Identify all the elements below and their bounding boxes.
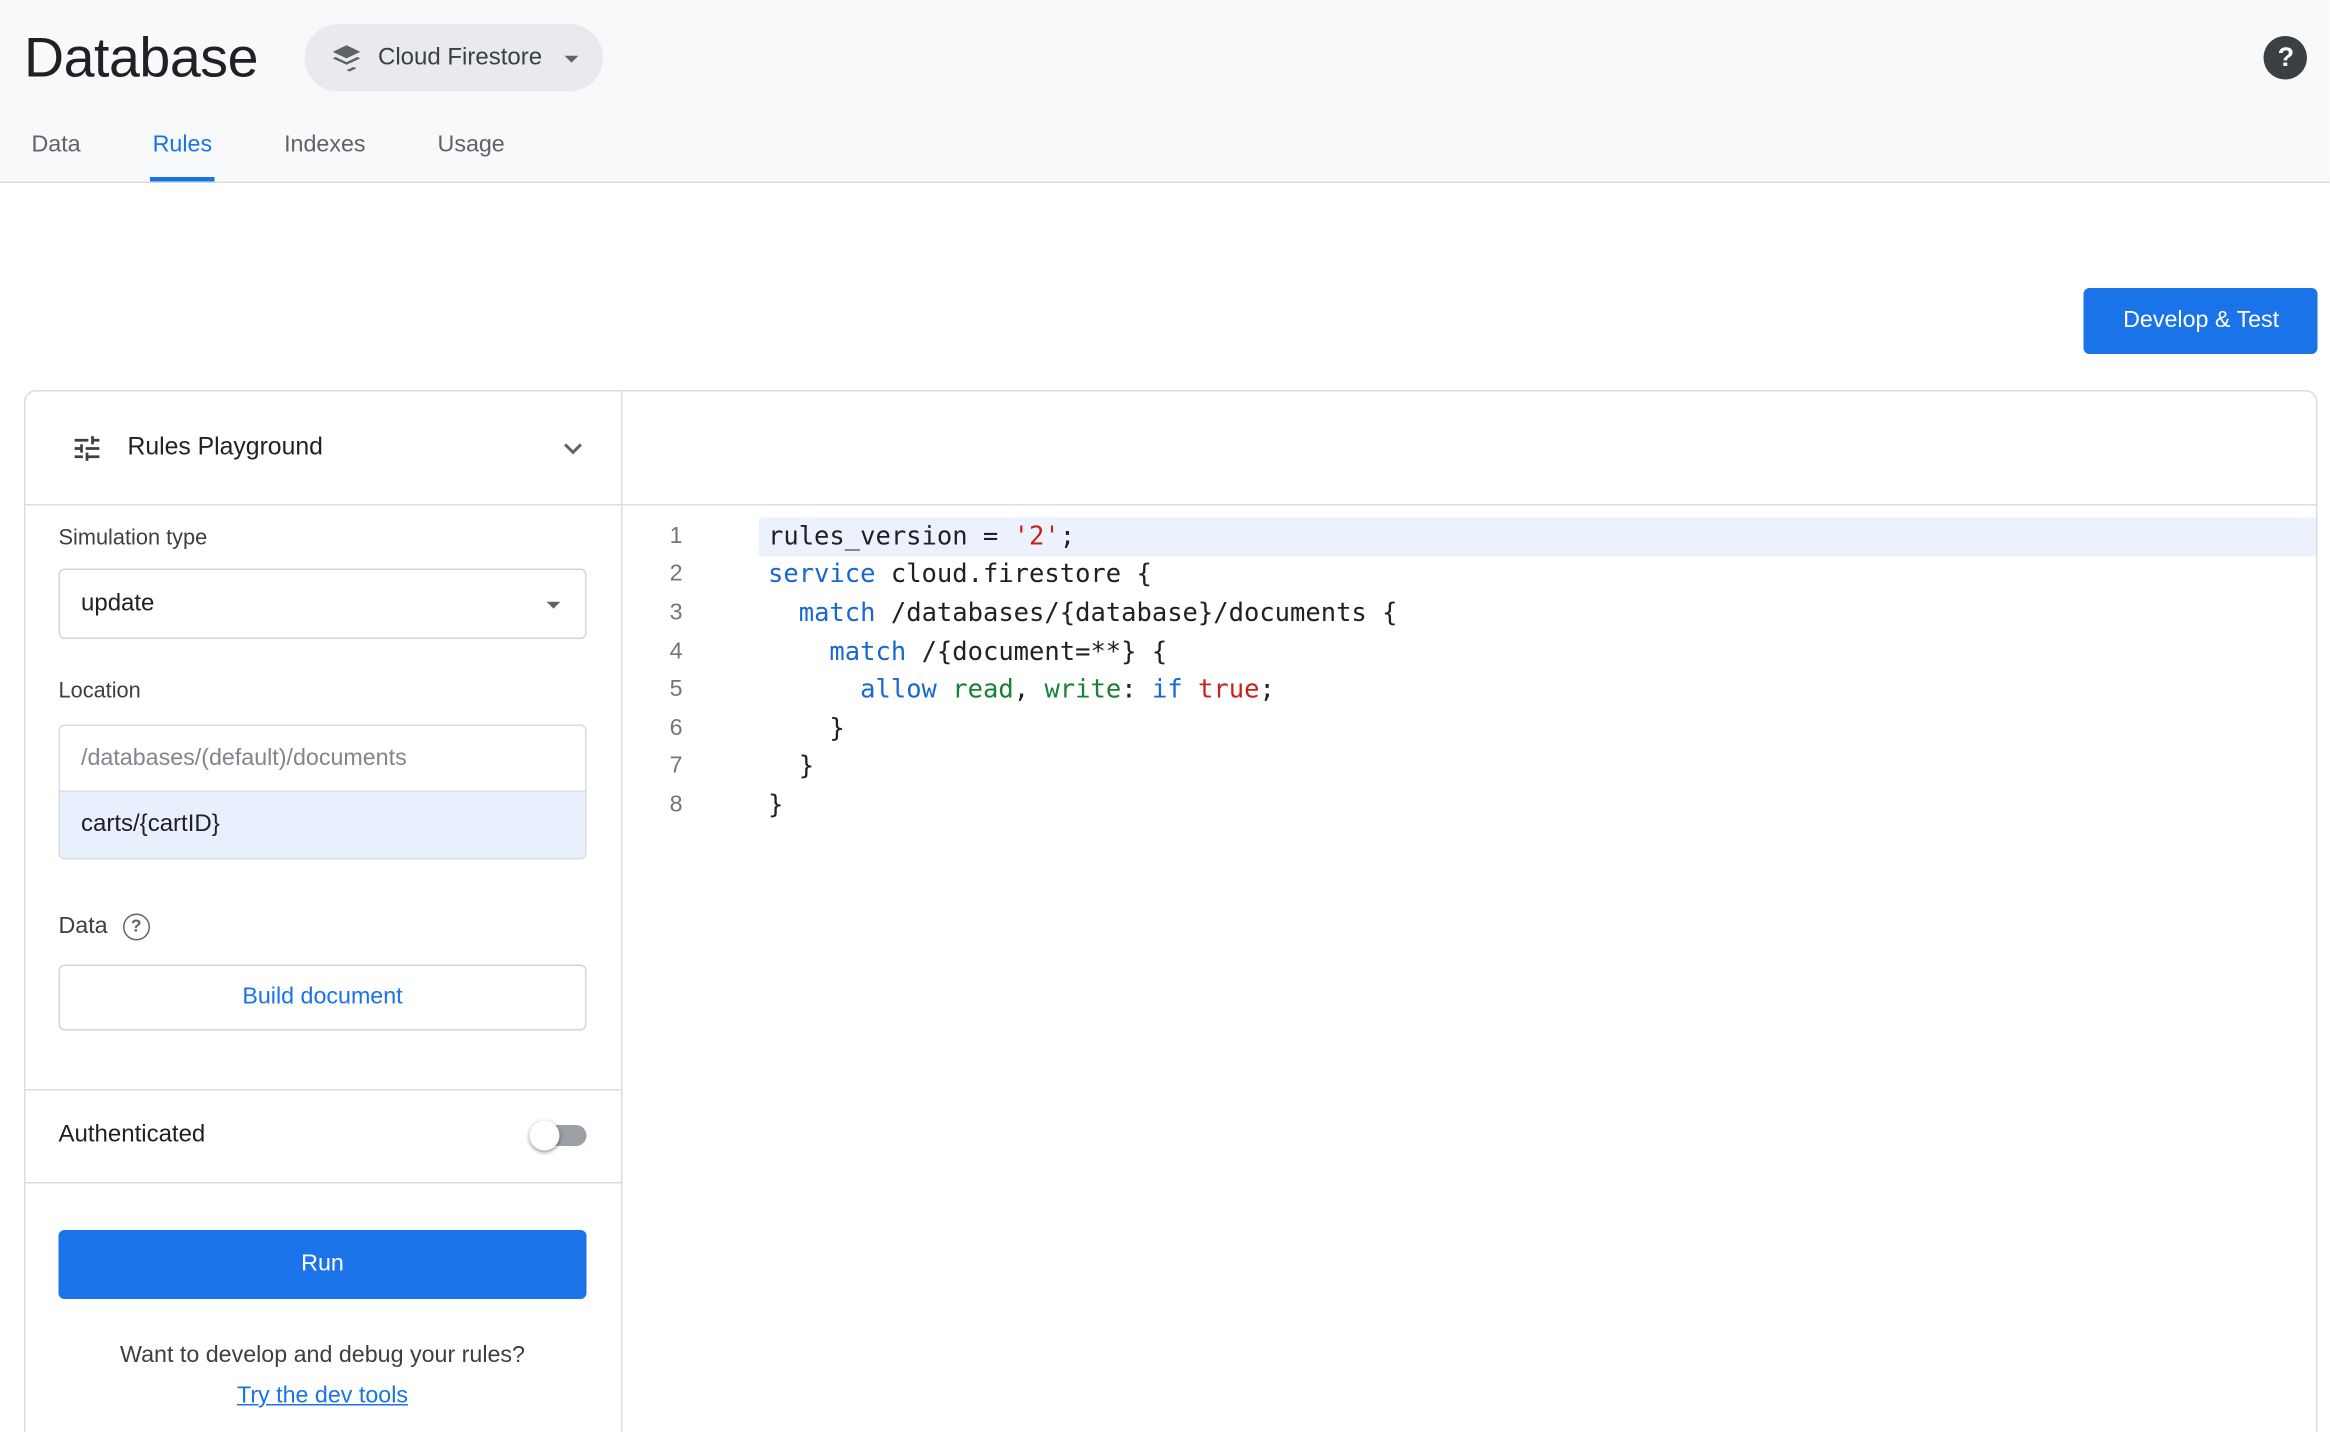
tab-indexes[interactable]: Indexes — [281, 116, 368, 182]
tune-icon — [71, 431, 104, 464]
data-label: Data — [58, 913, 108, 940]
dev-tools-prompt: Want to develop and debug your rules? — [120, 1342, 525, 1369]
authenticated-row: Authenticated — [59, 1091, 587, 1183]
line-number: 4 — [669, 638, 683, 664]
rules-playground-form: Simulation type update Location /databas… — [25, 505, 623, 1432]
run-button[interactable]: Run — [58, 1230, 587, 1299]
chevron-down-icon — [556, 41, 589, 74]
code-text: rules_version = '2'; — [768, 521, 1076, 552]
dropdown-caret-icon — [537, 587, 570, 620]
rules-content: Develop & Test Rules Playground Simulati… — [0, 183, 2330, 1432]
code-line[interactable]: 8} — [623, 786, 2317, 824]
actions-row: Develop & Test — [0, 183, 2330, 390]
page-title: Database — [24, 26, 258, 88]
rules-code-editor[interactable]: 1 rules_version = '2'; 2 service cloud.fire… — [622, 505, 2317, 1432]
code-lines: 1 rules_version = '2'; 2 service cloud.fire… — [623, 517, 2317, 825]
line-number: 8 — [669, 791, 683, 818]
build-document-button[interactable]: Build document — [58, 964, 587, 1031]
code-line[interactable]: 7 } — [623, 748, 2317, 786]
code-line[interactable]: 5 allow read, write: if true; — [623, 671, 2317, 709]
tab-data[interactable]: Data — [29, 116, 84, 182]
simulation-type-label: Simulation type — [58, 526, 208, 551]
code-text: } — [768, 790, 784, 821]
code-text: service cloud.firestore { — [768, 560, 1152, 591]
line-number: 3 — [669, 599, 683, 626]
location-base-path: /databases/(default)/documents — [60, 726, 585, 792]
code-line[interactable]: 2 service cloud.firestore { — [623, 556, 2317, 594]
product-selector[interactable]: Cloud Firestore — [304, 24, 604, 92]
location-box: /databases/(default)/documents carts/{ca… — [58, 724, 587, 860]
simulation-type-value: update — [81, 590, 155, 616]
dev-tools-link[interactable]: Try the dev tools — [237, 1383, 408, 1409]
page-header: Database Cloud Firestore ? — [0, 0, 2330, 116]
data-section-header: Data ? — [58, 913, 587, 941]
authenticated-label: Authenticated — [58, 1122, 206, 1148]
collapse-chevron-icon[interactable] — [555, 430, 591, 466]
tab-bar: Data Rules Indexes Usage — [0, 115, 2330, 183]
panel-body: Simulation type update Location /databas… — [25, 505, 2317, 1432]
code-line[interactable]: 4 match /{document=**} { — [623, 633, 2317, 671]
rules-playground-title: Rules Playground — [127, 433, 323, 461]
code-line[interactable]: 3 match /databases/{database}/documents … — [623, 594, 2317, 632]
location-input[interactable]: carts/{cartID} — [60, 792, 585, 858]
firestore-rules-page: Database Cloud Firestore ? Data Rules In… — [0, 0, 2330, 1432]
data-help-icon[interactable]: ? — [122, 913, 150, 941]
rules-panel: Rules Playground Simulation type update — [24, 390, 2319, 1432]
product-selector-label: Cloud Firestore — [378, 44, 543, 70]
tab-usage[interactable]: Usage — [435, 116, 508, 182]
line-number: 2 — [669, 561, 683, 588]
line-number: 1 — [669, 523, 683, 549]
editor-toolbar — [623, 392, 2317, 505]
firestore-icon — [329, 40, 365, 76]
line-number: 7 — [669, 753, 683, 780]
simulation-type-select[interactable]: update — [58, 568, 587, 639]
line-number: 5 — [669, 676, 683, 703]
code-text: } — [768, 752, 815, 783]
code-line[interactable]: 6 } — [623, 709, 2317, 747]
develop-test-button[interactable]: Develop & Test — [2084, 288, 2319, 354]
location-label: Location — [58, 679, 141, 704]
rules-playground-header[interactable]: Rules Playground — [26, 391, 623, 504]
tab-rules[interactable]: Rules — [149, 116, 216, 182]
dev-tools-link-row: Try the dev tools — [59, 1383, 587, 1410]
code-text: match /{document=**} { — [829, 636, 1168, 667]
code-line[interactable]: 1 rules_version = '2'; — [623, 517, 2317, 556]
divider — [25, 1182, 621, 1184]
panel-header: Rules Playground — [25, 391, 2317, 506]
help-icon[interactable]: ? — [2264, 36, 2308, 80]
toggle-thumb — [529, 1120, 560, 1151]
code-text: match /databases/{database}/documents { — [798, 598, 1398, 629]
line-number: 6 — [669, 715, 683, 741]
authenticated-toggle[interactable] — [529, 1119, 587, 1152]
code-text: allow read, write: if true; — [860, 675, 1275, 706]
code-text: } — [768, 713, 845, 744]
